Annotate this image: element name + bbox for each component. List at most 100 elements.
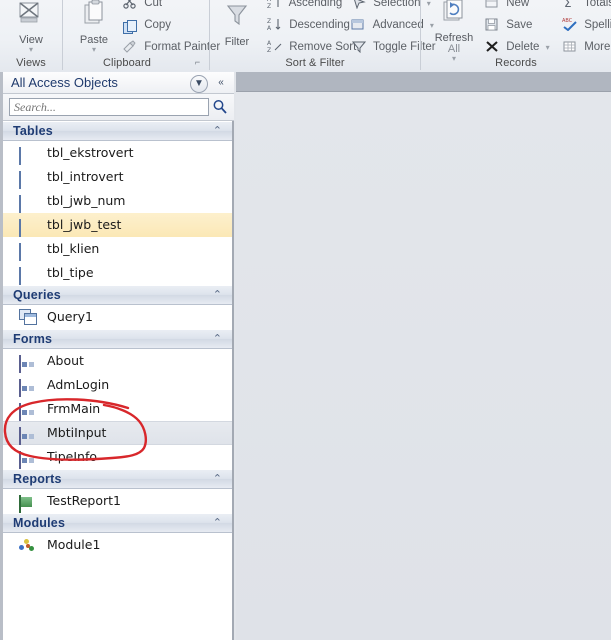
nav-pane-object-list[interactable]: Tables ⌃ tbl_ekstrovert tbl_introvert tbl_jw…: [3, 121, 232, 640]
new-record-icon: [483, 0, 500, 12]
sort-ascending-button[interactable]: A Z Ascending: [266, 0, 342, 14]
clipboard-dialog-launcher[interactable]: ⌐: [192, 57, 203, 68]
nav-object-label: About: [47, 353, 84, 368]
delete-button[interactable]: Delete ▾: [483, 36, 550, 58]
table-icon: [19, 169, 35, 190]
nav-object-label: TipeInfo: [47, 449, 98, 464]
paste-dropdown-arrow[interactable]: ▾: [67, 46, 121, 54]
sort-ascending-label: Ascending: [288, 0, 343, 9]
nav-group-header-queries[interactable]: Queries ⌃: [3, 285, 232, 305]
nav-object-item[interactable]: tbl_ekstrovert: [3, 141, 232, 166]
table-icon: [19, 241, 35, 262]
nav-object-label: MbtiInput: [47, 425, 107, 440]
nav-object-item[interactable]: TipeInfo: [3, 445, 232, 470]
form-icon: [19, 377, 35, 398]
nav-group-header-forms[interactable]: Forms ⌃: [3, 329, 232, 349]
cut-button[interactable]: Cut: [121, 0, 162, 14]
nav-object-label: tbl_introvert: [47, 169, 124, 184]
nav-object-item[interactable]: MbtiInput: [3, 421, 232, 446]
nav-object-label: AdmLogin: [47, 377, 110, 392]
table-icon: [19, 217, 35, 238]
delete-dropdown-arrow[interactable]: ▾: [546, 43, 550, 52]
nav-object-item[interactable]: tbl_jwb_test: [3, 213, 232, 238]
nav-object-item[interactable]: AdmLogin: [3, 373, 232, 398]
selection-button[interactable]: Selection ▾: [350, 0, 431, 14]
chevron-up-icon[interactable]: ⌃: [213, 332, 222, 345]
save-label: Save: [506, 19, 533, 31]
advanced-filter-label: Advanced: [372, 19, 424, 31]
nav-object-item[interactable]: Query1: [3, 305, 232, 329]
chevron-up-icon[interactable]: ⌃: [213, 124, 222, 137]
nav-object-label: tbl_klien: [47, 241, 100, 256]
chevron-down-icon[interactable]: ▼: [190, 75, 208, 93]
nav-object-item[interactable]: tbl_jwb_num: [3, 189, 232, 214]
nav-group-header-reports[interactable]: Reports ⌃: [3, 469, 232, 489]
chevron-up-icon[interactable]: ⌃: [213, 288, 222, 301]
format-painter-button[interactable]: Format Painter: [121, 36, 220, 58]
more-label: More: [584, 41, 611, 53]
shutter-bar-collapse-icon[interactable]: «: [213, 75, 229, 91]
sort-descending-button[interactable]: Z A Descending: [266, 14, 350, 36]
new-record-label: New: [506, 0, 530, 9]
totals-button[interactable]: Σ Totals: [561, 0, 611, 14]
nav-object-item[interactable]: tbl_klien: [3, 237, 232, 262]
document-tab-strip: [236, 72, 611, 92]
search-magnifier-icon[interactable]: [212, 99, 228, 115]
nav-object-item[interactable]: Module1: [3, 533, 232, 557]
workspace: All Access Objects ▼ « Tables ⌃ tbl_ekstro…: [0, 72, 611, 640]
nav-object-item[interactable]: About: [3, 349, 232, 374]
nav-object-label: tbl_tipe: [47, 265, 94, 280]
nav-group-label: Forms: [13, 332, 53, 346]
table-icon: [19, 265, 35, 286]
nav-object-item[interactable]: tbl_tipe: [3, 261, 232, 286]
chevron-up-icon[interactable]: ⌃: [213, 472, 222, 485]
sort-ascending-icon: A Z: [266, 0, 283, 11]
view-button[interactable]: View ▾: [4, 0, 58, 54]
cut-label: Cut: [144, 0, 163, 9]
nav-pane-search-bar: [3, 94, 234, 121]
nav-object-label: tbl_jwb_num: [47, 193, 126, 208]
delete-label: Delete: [506, 41, 540, 53]
nav-object-label: tbl_jwb_test: [47, 217, 122, 232]
nav-group-header-tables[interactable]: Tables ⌃: [3, 121, 232, 141]
remove-sort-button[interactable]: A Z Remove Sort: [266, 36, 356, 58]
filter-button-label: Filter: [224, 36, 250, 48]
paste-button[interactable]: Paste ▾: [67, 0, 121, 54]
more-grid-icon: [561, 40, 578, 56]
chevron-up-icon[interactable]: ⌃: [213, 516, 222, 529]
save-icon: [483, 18, 500, 34]
nav-object-item[interactable]: TestReport1: [3, 489, 232, 514]
selection-label: Selection: [373, 0, 421, 9]
nav-object-label: TestReport1: [47, 493, 122, 508]
spelling-button[interactable]: ABC Spelling: [561, 14, 611, 36]
totals-label: Totals: [584, 0, 611, 9]
svg-text:Z: Z: [267, 18, 271, 25]
sort-descending-label: Descending: [289, 19, 350, 31]
table-icon: [19, 193, 35, 214]
remove-sort-label: Remove Sort: [289, 41, 357, 53]
nav-group-label: Queries: [13, 288, 61, 302]
remove-sort-icon: A Z: [266, 39, 283, 55]
svg-text:Σ: Σ: [564, 0, 572, 9]
more-button[interactable]: More ▾: [561, 36, 611, 58]
view-dropdown-arrow[interactable]: ▾: [4, 46, 58, 54]
copy-button[interactable]: Copy: [121, 14, 171, 36]
sort-descending-icon: Z A: [266, 17, 283, 33]
filter-button[interactable]: Filter: [210, 2, 264, 48]
nav-object-item[interactable]: tbl_introvert: [3, 165, 232, 190]
toggle-filter-icon: [350, 40, 367, 56]
new-record-button[interactable]: New: [483, 0, 529, 14]
save-button[interactable]: Save: [483, 14, 532, 36]
ribbon-group-label-records: Records: [495, 57, 537, 69]
refresh-all-button[interactable]: Refresh All ▾: [427, 0, 481, 63]
nav-group-header-modules[interactable]: Modules ⌃: [3, 513, 232, 533]
view-icon: [4, 0, 58, 34]
svg-text:ABC: ABC: [562, 18, 573, 24]
totals-sigma-icon: Σ: [561, 0, 578, 12]
search-input[interactable]: [9, 98, 209, 116]
nav-group-label: Modules: [13, 516, 66, 530]
nav-pane-header: All Access Objects ▼ «: [3, 72, 234, 94]
selection-icon: [350, 0, 367, 12]
nav-object-item[interactable]: FrmMain: [3, 397, 232, 422]
cut-icon: [121, 0, 138, 12]
